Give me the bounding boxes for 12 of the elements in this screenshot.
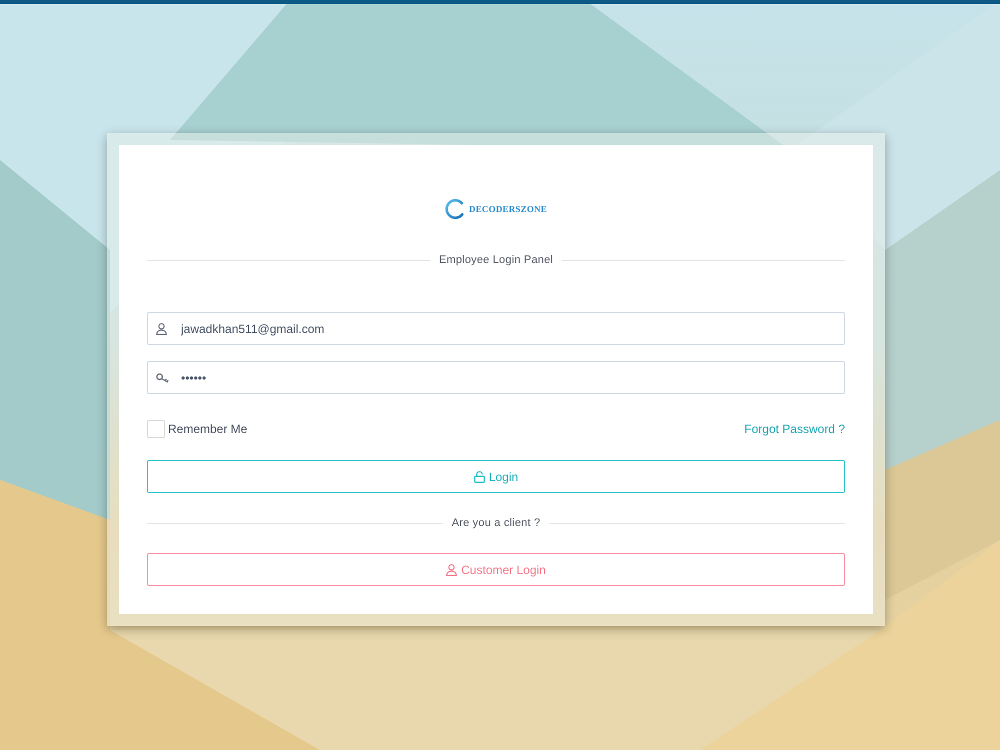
user-icon	[156, 322, 167, 334]
client-divider-label: Are you a client ?	[452, 517, 540, 529]
password-field[interactable]: ••••••	[147, 361, 845, 394]
unlock-icon	[474, 470, 485, 482]
user-icon	[446, 564, 458, 576]
logo-text: DECODERSZONE	[469, 204, 547, 214]
remember-me-label[interactable]: Remember Me	[168, 422, 248, 436]
panel-title: Employee Login Panel	[438, 254, 554, 266]
ring-logo-icon	[445, 199, 466, 219]
remember-checkbox[interactable]	[147, 420, 165, 438]
email-field[interactable]: jawadkhan511@gmail.com	[147, 312, 845, 345]
key-icon	[156, 372, 169, 382]
